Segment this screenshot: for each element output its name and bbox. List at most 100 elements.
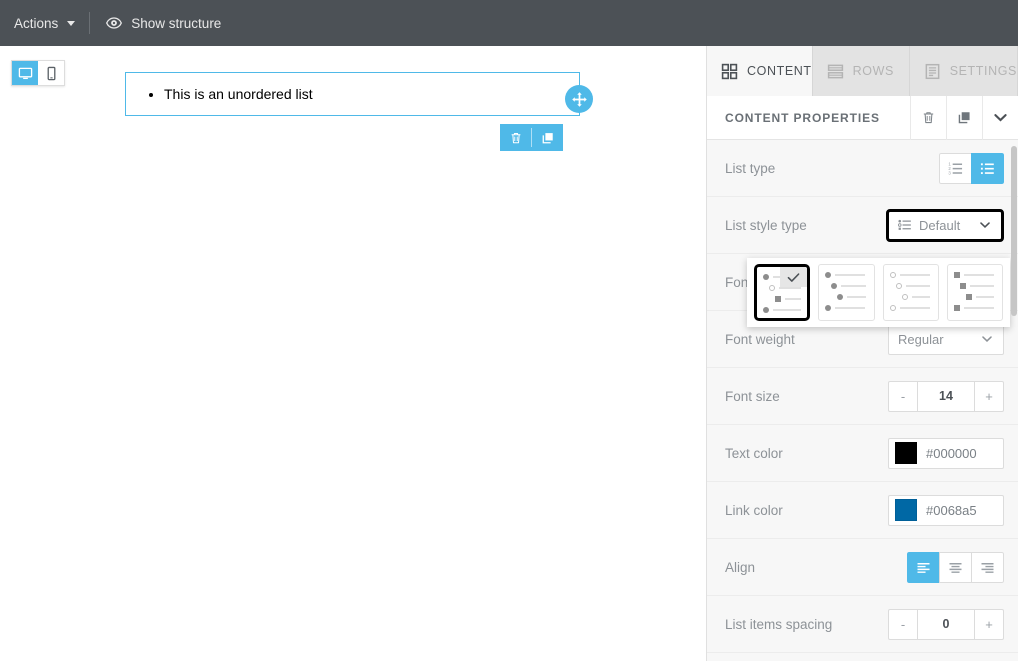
row-list-style-type: List style type Default bbox=[707, 197, 1018, 254]
row-list-type: List type 1 2 3 bbox=[707, 140, 1018, 197]
delete-block-button[interactable] bbox=[500, 124, 531, 151]
marker-line bbox=[905, 285, 930, 287]
square-marker-icon bbox=[965, 294, 972, 300]
row-font-size-label: Font size bbox=[725, 388, 780, 404]
marker-line bbox=[899, 307, 930, 309]
ordered-list-button[interactable]: 1 2 3 bbox=[939, 152, 972, 184]
list-style-type-value: Default bbox=[919, 217, 961, 233]
tab-content-label: CONTENT bbox=[747, 64, 812, 78]
row-align-label: Align bbox=[725, 559, 756, 575]
marker-line bbox=[899, 274, 930, 276]
link-color-value: #0068a5 bbox=[926, 502, 977, 518]
list-style-option-disc[interactable] bbox=[818, 264, 875, 321]
list-style-option-default[interactable] bbox=[754, 264, 811, 321]
duplicate-content-button[interactable] bbox=[946, 95, 982, 140]
font-size-decrement[interactable]: - bbox=[888, 380, 918, 412]
desktop-icon bbox=[18, 67, 32, 79]
marker-line bbox=[847, 296, 866, 298]
tab-settings[interactable]: SETTINGS bbox=[909, 46, 1018, 96]
copy-icon bbox=[542, 132, 553, 143]
list-style-option-row bbox=[954, 294, 996, 300]
row-list-items-spacing: List items spacing - 0 + bbox=[707, 596, 1018, 653]
align-center-button[interactable] bbox=[939, 551, 972, 583]
chevron-down-icon bbox=[67, 20, 76, 26]
actions-button[interactable]: Actions bbox=[0, 0, 89, 46]
marker-line bbox=[963, 307, 994, 309]
mobile-view-button[interactable] bbox=[38, 61, 64, 85]
delete-content-button[interactable] bbox=[910, 95, 946, 140]
text-color-swatch[interactable] bbox=[895, 442, 917, 464]
disc-marker-icon bbox=[825, 305, 832, 311]
list-style-option-row bbox=[825, 272, 867, 278]
tab-rows[interactable]: ROWS bbox=[812, 46, 910, 96]
square-marker-icon bbox=[953, 272, 960, 278]
list-style-option-row bbox=[953, 272, 996, 278]
trash-icon bbox=[923, 112, 934, 124]
circle-marker-icon bbox=[769, 285, 775, 291]
trash-icon bbox=[511, 132, 520, 143]
list-item[interactable]: This is an unordered list bbox=[164, 85, 565, 103]
align-center-icon bbox=[949, 562, 962, 573]
tab-rows-label: ROWS bbox=[852, 64, 894, 78]
collapse-panel-button[interactable] bbox=[982, 95, 1018, 140]
chevron-down-icon bbox=[982, 336, 992, 342]
list-style-option-circle[interactable] bbox=[882, 264, 939, 321]
rows-icon bbox=[827, 64, 843, 78]
show-structure-label: Show structure bbox=[131, 15, 222, 31]
align-right-icon bbox=[981, 562, 994, 573]
list-style-option-row bbox=[763, 307, 802, 313]
content-block-wrapper: This is an unordered list bbox=[125, 72, 593, 151]
content-properties-header: CONTENT PROPERTIES bbox=[707, 95, 1018, 140]
duplicate-block-button[interactable] bbox=[532, 124, 563, 151]
svg-text:3: 3 bbox=[948, 170, 951, 175]
align-left-button[interactable] bbox=[907, 551, 940, 583]
font-weight-select[interactable]: Regular bbox=[888, 323, 1004, 355]
marker-line bbox=[835, 307, 866, 309]
device-toggle bbox=[11, 60, 65, 86]
list-style-type-dropdown[interactable] bbox=[747, 258, 1010, 327]
drag-move-handle[interactable] bbox=[565, 85, 593, 113]
disc-marker-icon bbox=[825, 272, 832, 278]
unordered-list-button[interactable] bbox=[971, 152, 1004, 184]
row-text-color-label: Text color bbox=[725, 445, 783, 461]
move-icon bbox=[571, 91, 587, 107]
marker-line bbox=[969, 285, 994, 287]
row-list-items-spacing-label: List items spacing bbox=[725, 616, 833, 632]
list-items-spacing-stepper: - 0 + bbox=[888, 608, 1004, 640]
link-color-swatch[interactable] bbox=[895, 499, 917, 521]
list-type-segmented: 1 2 3 bbox=[939, 152, 1004, 184]
tab-settings-label: SETTINGS bbox=[949, 64, 1017, 78]
row-link-color-label: Link color bbox=[725, 502, 783, 518]
marker-line bbox=[785, 298, 802, 300]
actions-label: Actions bbox=[14, 15, 59, 31]
show-structure-button[interactable]: Show structure bbox=[90, 0, 237, 46]
font-size-increment[interactable]: + bbox=[974, 380, 1004, 412]
row-font-size: Font size - 14 + bbox=[707, 368, 1018, 425]
disc-marker-icon bbox=[763, 274, 769, 280]
list-style-option-row bbox=[763, 296, 802, 302]
list-content-block[interactable]: This is an unordered list bbox=[125, 72, 580, 117]
check-icon bbox=[780, 267, 808, 287]
marker-line bbox=[911, 296, 930, 298]
panel-scrollbar[interactable] bbox=[1011, 146, 1017, 316]
eye-icon bbox=[106, 17, 123, 29]
list-items-spacing-decrement[interactable]: - bbox=[888, 608, 918, 640]
marker-line bbox=[779, 287, 802, 289]
copy-icon bbox=[958, 112, 970, 124]
desktop-view-button[interactable] bbox=[12, 61, 38, 85]
list-items-spacing-increment[interactable]: + bbox=[974, 608, 1004, 640]
list-style-option-row bbox=[825, 283, 867, 289]
text-color-field[interactable]: #000000 bbox=[888, 437, 1004, 469]
row-list-style-type-label: List style type bbox=[725, 217, 807, 233]
mobile-icon bbox=[47, 66, 55, 80]
link-color-field[interactable]: #0068a5 bbox=[888, 494, 1004, 526]
list-style-type-select[interactable]: Default bbox=[886, 208, 1004, 242]
tab-content[interactable]: CONTENT bbox=[707, 46, 813, 96]
list-style-option-square[interactable] bbox=[946, 264, 1003, 321]
list-items-spacing-value[interactable]: 0 bbox=[918, 608, 974, 640]
font-weight-value: Regular bbox=[898, 331, 944, 347]
editor-canvas: This is an unordered list bbox=[0, 46, 706, 661]
row-link-color: Link color #0068a5 bbox=[707, 482, 1018, 539]
align-right-button[interactable] bbox=[971, 551, 1004, 583]
font-size-value[interactable]: 14 bbox=[918, 380, 974, 412]
